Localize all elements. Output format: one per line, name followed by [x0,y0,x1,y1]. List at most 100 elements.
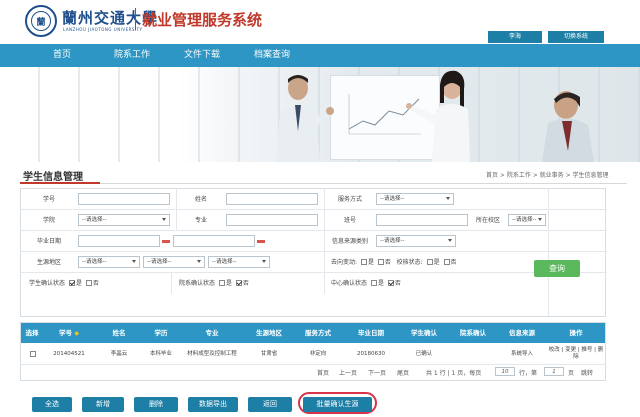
cell-grad-date: 20180630 [357,350,385,357]
date-range-separator-icon [162,240,170,243]
verify-no-checkbox[interactable] [443,259,450,265]
origin-province-value: --请选择-- [82,259,107,265]
row-select-cell [21,343,43,365]
query-button[interactable]: 查询 [534,260,580,277]
destination-yes-label: 是 [367,259,374,266]
user-name-button[interactable]: 李海 [488,31,542,43]
student-confirm-yes-checkbox[interactable] [68,280,75,286]
campus-select[interactable]: --请选择-- [508,214,546,226]
batch-confirm-button[interactable]: 批量确认生源 [303,397,372,412]
destination-yes-checkbox[interactable] [360,259,367,265]
dept-confirm-no-checkbox[interactable] [235,280,242,286]
chevron-down-icon [446,197,450,200]
service-mode-value: --请选择-- [380,196,405,202]
col-source: 信息来源 [509,329,535,337]
form-separator [324,273,325,294]
title-divider [135,8,136,30]
system-title: 就业管理服务系统 [142,11,263,29]
col-dept-confirm: 院系确认 [460,329,486,337]
center-confirm-no-checkbox[interactable] [387,280,394,286]
major-input[interactable] [226,214,318,226]
nav-item-home[interactable]: 首页 [32,44,92,67]
col-major: 专业 [205,329,219,337]
student-confirm-group: 学生确认状态 是 否 [29,273,99,294]
origin-city-select[interactable]: --请选择-- [143,256,205,268]
title-underline [20,182,100,184]
delete-button[interactable]: 删除 [134,397,178,412]
verify-no-label: 否 [450,259,457,266]
college-select[interactable]: --请选择-- [78,214,170,226]
pager-first-link[interactable]: 首页 [317,368,329,377]
chevron-down-icon [162,218,166,221]
destination-change-label: 去向变动: [331,259,358,266]
student-confirm-no-checkbox[interactable] [85,280,92,286]
grad-date-end-input[interactable] [173,235,255,247]
pager-rows-unit: 行，第 [519,370,538,377]
origin-province-select[interactable]: --请选择-- [78,256,140,268]
cell-education: 本科毕业 [149,350,172,357]
pager-prev-link[interactable]: 上一页 [339,368,357,377]
grad-date-start-input[interactable] [78,235,160,247]
form-separator [324,252,325,273]
verify-yes-checkbox[interactable] [426,259,433,265]
page-size-input[interactable]: 10 [495,367,515,376]
cell-dept-confirm [449,343,497,365]
destination-no-checkbox[interactable] [377,259,384,265]
origin-city-value: --请选择-- [147,259,172,265]
switch-system-button[interactable]: 切换系统 [548,31,604,43]
chevron-down-icon [197,260,201,263]
export-button[interactable]: 数据导出 [188,397,238,412]
info-source-select[interactable]: --请选择-- [376,235,456,247]
student-confirm-label: 学生确认状态 [29,280,66,287]
service-mode-select[interactable]: --请选择-- [376,193,454,205]
destination-no-label: 否 [384,259,391,266]
select-all-button[interactable]: 全选 [32,397,72,412]
col-student-id[interactable]: 学号 ◆ [43,323,95,343]
date-range-separator-icon [257,240,265,243]
current-page-input[interactable]: 1 [544,367,564,376]
center-confirm-label: 中心确认状态 [331,280,368,287]
origin-county-select[interactable]: --请选择-- [208,256,270,268]
main-nav: 首页 院系工作 文件下载 档案查询 [0,44,640,67]
major-label: 专业 [194,217,207,224]
form-row-4: 生源地区 --请选择-- --请选择-- --请选择-- 去向变动: 是 否 校… [21,252,607,273]
nav-item-dept-work[interactable]: 院系工作 [102,44,162,67]
col-student-id-label: 学号 [59,329,73,337]
pager-summary: 共 1 行 | 1 页，每页 [426,370,482,377]
nav-item-archive-query[interactable]: 档案查询 [242,44,302,67]
cell-actions-links[interactable]: 校改 | 变更 | 推号 | 删除 [547,343,605,365]
pager-next-link[interactable]: 下一页 [368,368,386,377]
campus-value: --请选择-- [512,217,537,223]
col-select: 选择 [25,329,39,337]
breadcrumb: 首页 > 院系工作 > 就业事务 > 学生信息管理 [486,172,609,179]
name-input[interactable] [226,193,318,205]
nav-item-file-download[interactable]: 文件下载 [172,44,232,67]
table-row: 201404521 李晶云 本科毕业 材料成型及控制工程 甘肃省 非定向 201… [21,343,605,365]
dept-confirm-no-label: 否 [242,280,249,287]
center-confirm-yes-checkbox[interactable] [370,280,377,286]
header: 蘭 蘭州交通大學 LANZHOU JIAOTONG UNIVERSITY 就业管… [0,0,640,44]
back-button[interactable]: 返回 [248,397,292,412]
col-origin: 生源地区 [256,329,282,337]
student-confirm-yes-label: 是 [75,280,82,287]
cell-source: 系统导入 [510,350,533,357]
pager-last-link[interactable]: 尾页 [397,368,409,377]
dept-confirm-yes-checkbox[interactable] [218,280,225,286]
sort-up-icon[interactable]: ◆ [74,330,79,337]
pager-jump-link[interactable]: 跳转 [581,368,593,377]
chevron-down-icon [448,239,452,242]
form-row-5: 学生确认状态 是 否 院系确认状态 是 否 中心确认状态 是 否 [21,273,607,295]
info-source-label: 信息来源类别 [331,238,368,245]
center-confirm-group: 中心确认状态 是 否 [331,273,401,294]
dept-confirm-label: 院系确认状态 [179,280,216,287]
table-header: 选择 学号 ◆ 姓名 学历 专业 生源地区 服务方式 毕业日期 学生确认 院系确… [21,323,605,343]
page-title: 学生信息管理 [23,172,83,183]
student-id-input[interactable] [78,193,170,205]
class-input[interactable] [376,214,468,226]
section-divider [100,183,627,184]
college-value: --请选择-- [82,217,107,223]
add-button[interactable]: 新增 [82,397,124,412]
chevron-down-icon [132,260,136,263]
row-select-checkbox[interactable] [29,350,36,357]
student-id-label: 学号 [42,196,55,203]
